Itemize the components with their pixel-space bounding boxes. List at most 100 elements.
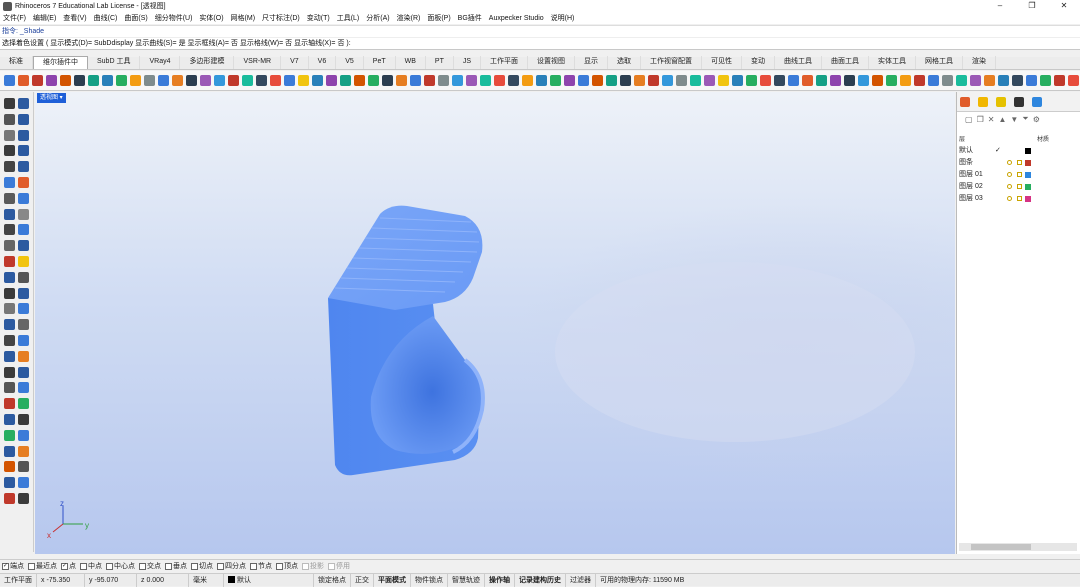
toolbar-command-icon[interactable] xyxy=(116,75,127,86)
status-toggle[interactable]: 过滤器 xyxy=(566,573,596,587)
toolbar-command-icon[interactable] xyxy=(438,75,449,86)
toolbar-tab[interactable]: V6 xyxy=(309,56,337,69)
lock-icon[interactable] xyxy=(1017,196,1022,201)
toolbar-command-icon[interactable] xyxy=(984,75,995,86)
copy-layer-icon[interactable]: ❐ xyxy=(977,115,984,124)
tool-icon[interactable] xyxy=(4,192,15,204)
toolbar-command-icon[interactable] xyxy=(774,75,785,86)
tool-icon[interactable] xyxy=(18,161,29,173)
toolbar-tab[interactable]: 曲面工具 xyxy=(822,56,870,69)
tool-icon[interactable] xyxy=(18,493,29,504)
osnap-option[interactable]: 节点 xyxy=(250,561,272,571)
toolbar-command-icon[interactable] xyxy=(74,75,85,86)
materials-tab-icon[interactable] xyxy=(1014,96,1024,107)
toolbar-command-icon[interactable] xyxy=(452,75,463,86)
layer-color-swatch[interactable] xyxy=(1025,184,1031,190)
minimize-button[interactable]: – xyxy=(984,0,1016,12)
visibility-bulb-icon[interactable] xyxy=(1007,172,1012,177)
layer-color-swatch[interactable] xyxy=(1025,160,1031,166)
toolbar-command-icon[interactable] xyxy=(998,75,1009,86)
tool-icon[interactable] xyxy=(18,350,29,362)
perspective-viewport[interactable]: 透视图 ▾ z y x xyxy=(35,92,955,554)
toolbar-tab[interactable]: 工作平面 xyxy=(481,56,529,69)
close-button[interactable]: ✕ xyxy=(1048,0,1080,12)
menu-item[interactable]: 分析(A) xyxy=(366,13,389,23)
toolbar-command-icon[interactable] xyxy=(690,75,701,86)
tool-icon[interactable] xyxy=(18,366,29,378)
visibility-bulb-icon[interactable] xyxy=(1007,160,1012,165)
osnap-checkbox[interactable] xyxy=(139,562,146,570)
toolbar-tab[interactable]: 曲线工具 xyxy=(775,56,823,69)
toolbar-command-icon[interactable] xyxy=(508,75,519,86)
filter-icon[interactable]: ⏷ xyxy=(1022,114,1028,124)
tool-icon[interactable] xyxy=(4,303,15,315)
toolbar-command-icon[interactable] xyxy=(592,75,603,86)
toolbar-command-icon[interactable] xyxy=(662,75,673,86)
toolbar-command-icon[interactable] xyxy=(130,75,141,86)
tool-icon[interactable] xyxy=(18,113,29,125)
toolbar-tab[interactable]: 工作视窗配置 xyxy=(641,56,703,69)
osnap-option[interactable]: 垂点 xyxy=(165,561,187,571)
toolbar-command-icon[interactable] xyxy=(32,75,43,86)
menu-item[interactable]: 曲面(S) xyxy=(124,13,147,23)
menu-item[interactable]: 变动(T) xyxy=(307,13,330,23)
toolbar-tab[interactable]: WB xyxy=(396,56,426,69)
toolbar-command-icon[interactable] xyxy=(676,75,687,86)
toolbar-tab[interactable]: 实体工具 xyxy=(869,56,917,69)
tool-icon[interactable] xyxy=(4,98,15,109)
toolbar-command-icon[interactable] xyxy=(606,75,617,86)
toolbar-tab[interactable]: 选取 xyxy=(608,56,642,69)
toolbar-tab[interactable]: 可见性 xyxy=(702,56,743,69)
visibility-bulb-icon[interactable] xyxy=(1007,184,1012,189)
toolbar-command-icon[interactable] xyxy=(186,75,197,86)
menu-item[interactable]: 曲线(C) xyxy=(94,13,118,23)
toolbar-command-icon[interactable] xyxy=(270,75,281,86)
toolbar-command-icon[interactable] xyxy=(214,75,225,86)
osnap-checkbox[interactable]: ✓ xyxy=(61,562,68,570)
tool-icon[interactable] xyxy=(18,335,29,346)
tool-icon[interactable] xyxy=(18,129,29,141)
toolbar-command-icon[interactable] xyxy=(172,75,183,86)
panel-scroll-thumb[interactable] xyxy=(971,544,1031,550)
properties-tab-icon[interactable] xyxy=(960,96,970,107)
status-toggle[interactable]: 操作轴 xyxy=(485,573,515,587)
menu-item[interactable]: Auxpecker Studio xyxy=(489,15,544,22)
tool-icon[interactable] xyxy=(18,429,29,441)
menu-item[interactable]: 细分物件(U) xyxy=(155,13,193,23)
osnap-checkbox[interactable] xyxy=(80,562,87,570)
tool-icon[interactable] xyxy=(18,256,29,267)
tool-icon[interactable] xyxy=(4,461,15,473)
tool-icon[interactable] xyxy=(18,208,29,220)
status-toggle[interactable]: 智慧轨迹 xyxy=(448,573,485,587)
toolbar-command-icon[interactable] xyxy=(942,75,953,86)
toolbar-command-icon[interactable] xyxy=(368,75,379,86)
toolbar-command-icon[interactable] xyxy=(1068,75,1079,86)
toolbar-command-icon[interactable] xyxy=(536,75,547,86)
menu-item[interactable]: BG插件 xyxy=(458,13,482,23)
tool-icon[interactable] xyxy=(4,319,15,331)
tool-icon[interactable] xyxy=(4,398,15,410)
menu-item[interactable]: 编辑(E) xyxy=(33,13,56,23)
lock-icon[interactable] xyxy=(1017,160,1022,165)
toolbar-command-icon[interactable] xyxy=(704,75,715,86)
toolbar-command-icon[interactable] xyxy=(424,75,435,86)
toolbar-command-icon[interactable] xyxy=(550,75,561,86)
osnap-checkbox[interactable] xyxy=(217,562,224,570)
delete-layer-icon[interactable]: ✕ xyxy=(988,115,995,124)
layer-color-swatch[interactable] xyxy=(1025,148,1031,154)
tool-icon[interactable] xyxy=(18,145,29,157)
tool-icon[interactable] xyxy=(18,461,29,473)
toolbar-tab[interactable]: 标准 xyxy=(0,56,33,69)
toolbar-command-icon[interactable] xyxy=(816,75,827,86)
tool-icon[interactable] xyxy=(4,493,15,504)
toolbar-command-icon[interactable] xyxy=(228,75,239,86)
osnap-option[interactable]: 顶点 xyxy=(276,561,298,571)
status-toggle[interactable]: 记录建构历史 xyxy=(515,573,566,587)
toolbar-command-icon[interactable] xyxy=(382,75,393,86)
status-layer[interactable]: 默认 xyxy=(224,573,314,587)
toolbar-command-icon[interactable] xyxy=(326,75,337,86)
toolbar-command-icon[interactable] xyxy=(648,75,659,86)
osnap-option[interactable]: ✓ 端点 xyxy=(2,561,24,571)
status-cplane[interactable]: 工作平面 xyxy=(0,573,37,587)
toolbar-tab[interactable]: 显示 xyxy=(575,56,609,69)
